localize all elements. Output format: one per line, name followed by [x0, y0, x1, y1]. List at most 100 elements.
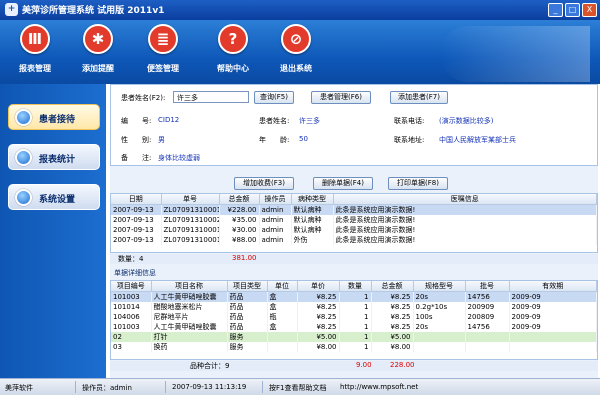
sidebar-item-patient-reception[interactable]: 患者接待	[8, 104, 100, 130]
table-row[interactable]: 2007-09-13 ZL07091310001 ¥88.00 admin 外伤 此条…	[111, 235, 597, 245]
add-reminder-button[interactable]: ✱ 添加提醒	[72, 24, 124, 74]
table-row[interactable]: 02 打针 服务 ¥5.00 1 ¥5.00	[111, 332, 597, 342]
table-cell: 尼群地平片	[151, 312, 228, 322]
table-cell: 药品	[227, 312, 268, 322]
table-cell: ¥8.25	[297, 291, 340, 302]
name-value: 许三多	[299, 117, 320, 125]
details-table[interactable]: 项目编号 项目名称 项目类型 单位 单价 数量 总金额 规格型号 批号 有效期 …	[110, 280, 598, 360]
column-header[interactable]: 项目名称	[151, 281, 228, 292]
table-cell: ¥8.00	[371, 342, 414, 352]
column-header[interactable]: 数量	[339, 281, 372, 292]
exit-system-button[interactable]: ⊘ 退出系统	[270, 24, 322, 74]
table-cell: 1	[339, 322, 372, 332]
table-cell: ¥8.25	[371, 302, 414, 312]
toolbar-label: 退出系统	[280, 64, 312, 73]
table-row[interactable]: 101003 人工牛黄甲硝唑胶囊 药品盒 ¥8.25 1 ¥8.25 20s 1475…	[111, 291, 597, 302]
column-header[interactable]: 日期	[111, 194, 162, 205]
details-count: 品种合计：9	[190, 362, 230, 370]
delete-bill-button[interactable]: 删除单据(F4)	[313, 177, 373, 190]
column-header[interactable]: 规格型号	[413, 281, 466, 292]
status-url[interactable]: http://www.mpsoft.net	[340, 383, 418, 391]
orders-table[interactable]: 日期 单号 总金额 操作员 病种类型 医嘱信息 2007-09-13 ZL0709…	[110, 193, 598, 253]
table-cell: ZL07091310001	[161, 235, 220, 245]
column-header[interactable]: 有效期	[509, 281, 597, 292]
table-row[interactable]: 101003 人工牛黄甲硝唑胶囊 药品盒 ¥8.25 1 ¥8.25 20s 1475…	[111, 322, 597, 332]
title-bar: + 美萍诊所管理系统 试用版 2011v1 _ □ X	[0, 0, 600, 20]
sex-value: 男	[158, 136, 165, 144]
column-header[interactable]: 单号	[161, 194, 220, 205]
table-cell	[509, 332, 597, 342]
column-header[interactable]: 总金额	[219, 194, 260, 205]
table-row[interactable]: 104006 尼群地平片 药品瓶 ¥8.25 1 ¥8.25 100s 200809 2…	[111, 312, 597, 322]
table-row[interactable]: 2007-09-13 ZL07091310001 ¥30.00 admin 默认病种…	[111, 225, 597, 235]
column-header[interactable]: 项目类型	[227, 281, 268, 292]
window-title: 美萍诊所管理系统 试用版 2011v1	[22, 6, 165, 16]
print-bill-button[interactable]: 打印单据(F8)	[388, 177, 448, 190]
details-qty-sum: 9.00	[356, 361, 372, 369]
table-cell: ¥8.25	[297, 302, 340, 312]
table-row[interactable]: 2007-09-13 ZL07091310001 ¥228.00 admin 默认病…	[111, 204, 597, 215]
table-cell: 打针	[151, 332, 228, 342]
table-row[interactable]: 2007-09-13 ZL07091310002 ¥35.00 admin 默认病种…	[111, 215, 597, 225]
round-bullet-icon	[15, 109, 32, 126]
maximize-button[interactable]: □	[565, 3, 580, 17]
alarm-clock-icon: ✱	[83, 24, 113, 54]
table-cell: 2007-09-13	[111, 225, 162, 235]
notes-management-button[interactable]: ≣ 便签管理	[137, 24, 189, 74]
table-row[interactable]: 101014 醋酸地塞米松片 药品盒 ¥8.25 1 ¥8.25 0.2g*10s 2…	[111, 302, 597, 312]
close-button[interactable]: X	[582, 3, 597, 17]
table-cell: 14756	[465, 291, 510, 302]
name-label: 患者姓名:	[259, 117, 290, 125]
column-header[interactable]: 操作员	[259, 194, 292, 205]
table-cell	[267, 342, 298, 352]
toolbar-decoration	[440, 26, 590, 82]
table-cell: ZL07091310002	[161, 215, 220, 225]
table-cell: admin	[259, 225, 292, 235]
patient-search-input[interactable]: 许三多	[173, 91, 249, 103]
report-management-button[interactable]: Ⅲ 报表管理	[9, 24, 61, 74]
table-cell	[413, 342, 466, 352]
sidebar-item-report-statistics[interactable]: 报表统计	[8, 144, 100, 170]
add-charge-button[interactable]: 增加收费(F3)	[234, 177, 294, 190]
column-header[interactable]: 总金额	[371, 281, 414, 292]
table-cell: 03	[111, 342, 152, 352]
details-total-sum: 228.00	[390, 361, 415, 369]
query-button[interactable]: 查询(F5)	[254, 91, 294, 104]
table-cell: 默认病种	[291, 204, 334, 215]
patient-management-button[interactable]: 患者管理(F6)	[311, 91, 371, 104]
minimize-button[interactable]: _	[548, 3, 563, 17]
exit-icon: ⊘	[281, 24, 311, 54]
table-cell: 盒	[267, 322, 298, 332]
column-header[interactable]: 病种类型	[291, 194, 334, 205]
table-cell: admin	[259, 235, 292, 245]
column-header[interactable]: 项目编号	[111, 281, 152, 292]
status-separator	[262, 381, 263, 393]
status-company: 美萍软件	[5, 384, 33, 392]
help-center-button[interactable]: ? 帮助中心	[207, 24, 259, 74]
column-header[interactable]: 批号	[465, 281, 510, 292]
table-cell: 1	[339, 302, 372, 312]
table-cell: ¥8.25	[297, 322, 340, 332]
table-cell: 药品	[227, 291, 268, 302]
address-value: 中国人民解放军某部士兵	[439, 136, 516, 144]
table-cell: 20s	[413, 322, 466, 332]
toolbar-label: 报表管理	[19, 64, 51, 73]
table-cell: 默认病种	[291, 215, 334, 225]
id-label: 编 号:	[121, 117, 152, 125]
sidebar: 患者接待 报表统计 系统设置	[0, 84, 106, 378]
table-cell: 人工牛黄甲硝唑胶囊	[151, 291, 228, 302]
table-cell: ¥30.00	[219, 225, 260, 235]
column-header[interactable]: 单位	[267, 281, 298, 292]
table-cell: 14756	[465, 322, 510, 332]
sidebar-item-system-settings[interactable]: 系统设置	[8, 184, 100, 210]
sex-label: 性 别:	[121, 136, 152, 144]
table-row[interactable]: 03 换药 服务 ¥8.00 1 ¥8.00	[111, 342, 597, 352]
column-header[interactable]: 医嘱信息	[333, 194, 597, 205]
bar-chart-icon: Ⅲ	[20, 24, 50, 54]
note-label: 备 注:	[121, 154, 152, 162]
toolbar-label: 添加提醒	[82, 64, 114, 73]
column-header[interactable]: 单价	[297, 281, 340, 292]
add-patient-button[interactable]: 添加患者(F7)	[390, 91, 448, 104]
table-cell	[413, 332, 466, 342]
table-cell: 药品	[227, 322, 268, 332]
